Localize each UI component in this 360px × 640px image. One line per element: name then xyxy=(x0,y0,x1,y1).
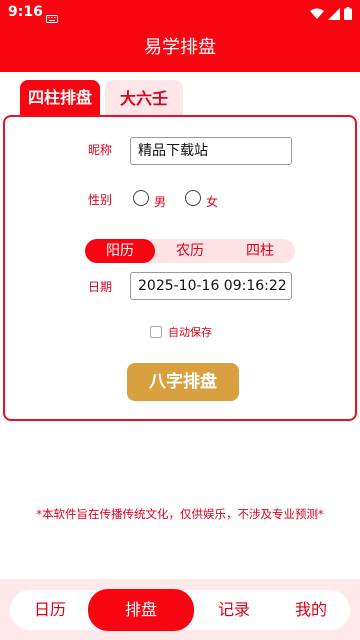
status-time: 9:16 xyxy=(8,4,43,20)
gender-male-radio[interactable] xyxy=(133,190,149,206)
app-bar: 易学排盘 xyxy=(0,24,360,72)
tab-sizhu-paipan[interactable]: 四柱排盘 xyxy=(20,80,100,116)
date-input[interactable]: 2025-10-16 09:16:22 xyxy=(130,272,292,300)
wifi-icon xyxy=(310,5,324,24)
segment-lunar[interactable]: 农历 xyxy=(155,239,225,263)
tab-daliuren[interactable]: 大六壬 xyxy=(105,80,183,116)
calendar-type-segmented: 阳历 农历 四柱 xyxy=(85,239,295,263)
page-title: 易学排盘 xyxy=(144,37,216,58)
bazi-paipan-button[interactable]: 八字排盘 xyxy=(127,363,239,401)
date-label: 日期 xyxy=(88,280,113,294)
nickname-label: 昵称 xyxy=(88,143,113,157)
bottom-nav: 日历 排盘 记录 我的 xyxy=(10,589,350,631)
nav-profile[interactable]: 我的 xyxy=(272,590,350,630)
bazi-form-panel: 昵称 精品下载站 性别 男 女 阳历 农历 四柱 日期 2025-10-16 0… xyxy=(3,115,357,421)
status-bar: 9:16 xyxy=(0,0,360,24)
auto-save-label: 自动保存 xyxy=(168,326,212,339)
nav-calendar[interactable]: 日历 xyxy=(10,590,90,630)
segment-sizhu[interactable]: 四柱 xyxy=(225,239,295,263)
gender-female-radio[interactable] xyxy=(185,190,201,206)
gender-male-label: 男 xyxy=(154,195,167,209)
gender-label: 性别 xyxy=(88,193,113,207)
tab-bar: 四柱排盘 大六壬 xyxy=(0,80,360,116)
nav-records[interactable]: 记录 xyxy=(194,590,274,630)
disclaimer-text: *本软件旨在传播传统文化，仅供娱乐，不涉及专业预测* xyxy=(36,507,324,521)
signal-icon xyxy=(328,5,340,24)
nickname-input[interactable]: 精品下载站 xyxy=(130,137,292,165)
nav-paipan[interactable]: 排盘 xyxy=(88,589,194,631)
auto-save-checkbox[interactable] xyxy=(150,326,162,338)
battery-icon xyxy=(344,5,352,24)
segment-solar[interactable]: 阳历 xyxy=(85,239,155,263)
gender-female-label: 女 xyxy=(206,195,219,209)
